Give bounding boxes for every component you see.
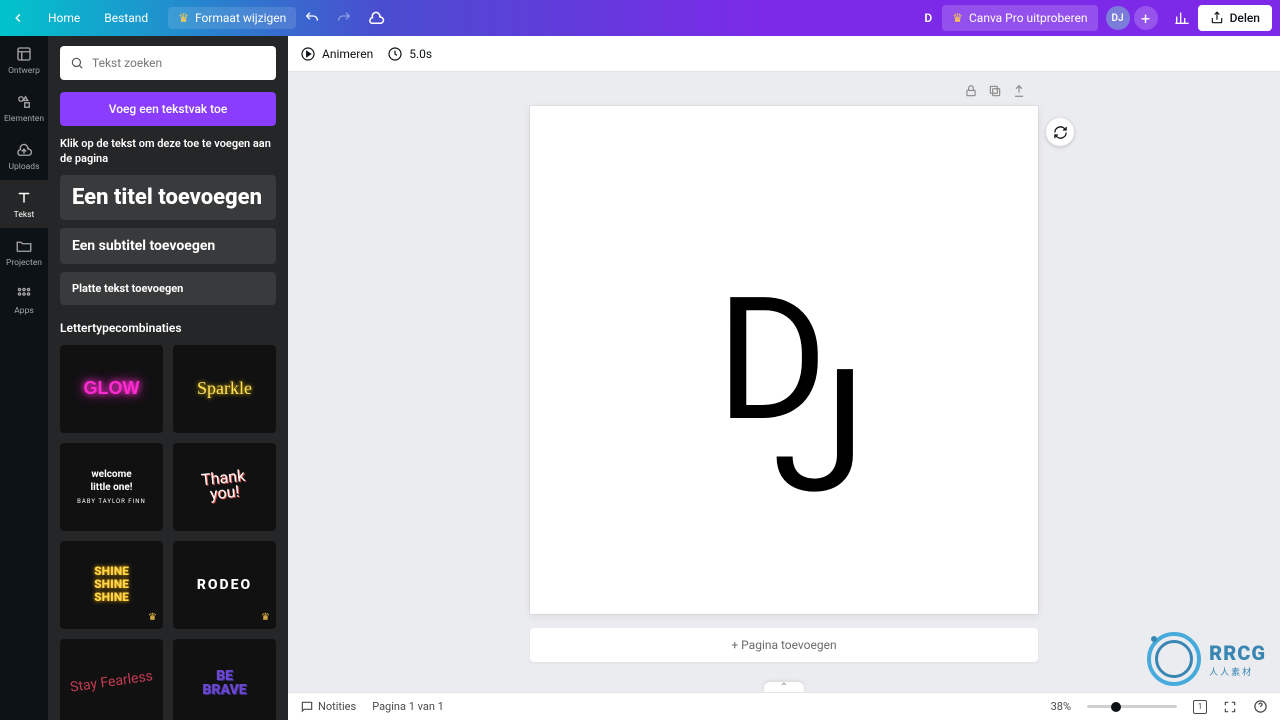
- rail-apps[interactable]: Apps: [0, 276, 48, 324]
- upload-page-icon[interactable]: [1012, 84, 1026, 98]
- rail-design[interactable]: Ontwerp: [0, 36, 48, 84]
- rail-projects[interactable]: Projecten: [0, 228, 48, 276]
- file-menu[interactable]: Bestand: [92, 0, 160, 36]
- search-box[interactable]: [60, 46, 276, 80]
- combo-brave[interactable]: BEBRAVE: [173, 639, 276, 720]
- rail-text[interactable]: Tekst: [0, 180, 48, 228]
- redo-button[interactable]: [328, 0, 360, 36]
- add-body-button[interactable]: Platte tekst toevoegen: [60, 272, 276, 305]
- help-button[interactable]: [1253, 699, 1268, 714]
- page-tools: [964, 84, 1026, 98]
- notes-icon: [300, 700, 314, 714]
- grid-view-button[interactable]: 1: [1193, 700, 1207, 714]
- combo-shine[interactable]: SHINESHINESHINE♛: [60, 541, 163, 629]
- combo-glow[interactable]: GLOW: [60, 345, 163, 433]
- animate-icon: [300, 46, 316, 62]
- clock-icon: [387, 46, 403, 62]
- add-member-button[interactable]: +: [1134, 6, 1158, 30]
- logo-graphic[interactable]: D J: [728, 275, 840, 445]
- home-button[interactable]: Home: [36, 0, 92, 36]
- resize-label: Formaat wijzigen: [195, 11, 286, 25]
- add-textbox-button[interactable]: Voeg een tekstvak toe: [60, 92, 276, 126]
- insights-button[interactable]: [1166, 0, 1198, 36]
- doc-initial: D: [924, 11, 932, 25]
- top-bar: Home Bestand ♛ Formaat wijzigen D ♛ Canv…: [0, 0, 1280, 36]
- left-rail: Ontwerp Elementen Uploads Tekst Projecte…: [0, 36, 48, 720]
- add-title-button[interactable]: Een titel toevoegen: [60, 175, 276, 220]
- text-panel: Voeg een tekstvak toe Klik op de tekst o…: [48, 36, 288, 720]
- try-pro-label: Canva Pro uitproberen: [969, 11, 1088, 25]
- page-tray-handle[interactable]: ⌃: [764, 682, 804, 692]
- combo-fearless[interactable]: Stay Fearless: [60, 639, 163, 720]
- search-icon: [70, 56, 84, 70]
- combo-rodeo[interactable]: RODEO♛: [173, 541, 276, 629]
- zoom-slider[interactable]: [1087, 705, 1177, 708]
- home-label: Home: [48, 11, 80, 25]
- back-button[interactable]: [0, 11, 36, 25]
- crown-icon: ♛: [178, 11, 189, 25]
- combo-thankyou[interactable]: Thankyou!: [173, 443, 276, 531]
- share-button[interactable]: Delen: [1198, 5, 1272, 31]
- rail-elements[interactable]: Elementen: [0, 84, 48, 132]
- pro-badge-icon: ♛: [261, 612, 270, 623]
- regenerate-button[interactable]: [1046, 118, 1074, 146]
- canvas-page[interactable]: D J: [530, 106, 1038, 614]
- fullscreen-button[interactable]: [1223, 700, 1237, 714]
- resize-button[interactable]: ♛ Formaat wijzigen: [168, 7, 296, 29]
- duration-button[interactable]: 5.0s: [387, 46, 432, 62]
- try-pro-button[interactable]: ♛ Canva Pro uitproberen: [942, 5, 1097, 31]
- font-combo-grid: GLOW Sparkle welcomelittle one!BABY TAYL…: [60, 345, 276, 720]
- footer-bar: Notities Pagina 1 van 1 38% 1: [288, 692, 1280, 720]
- duplicate-icon[interactable]: [988, 84, 1002, 98]
- logo-letter-j: J: [772, 347, 866, 517]
- context-toolbar: Animeren 5.0s: [288, 36, 1280, 72]
- combo-welcome[interactable]: welcomelittle one!BABY TAYLOR FINN: [60, 443, 163, 531]
- undo-button[interactable]: [296, 0, 328, 36]
- cloud-sync-icon[interactable]: [360, 0, 392, 36]
- watermark: RRCG 人人素材: [1147, 632, 1266, 686]
- watermark-logo-icon: [1147, 632, 1201, 686]
- pro-badge-icon: ♛: [148, 612, 157, 623]
- file-label: Bestand: [104, 11, 148, 25]
- canvas-stage[interactable]: D J + Pagina toevoegen ⌃: [288, 72, 1280, 692]
- share-label: Delen: [1230, 11, 1260, 25]
- page-indicator: Pagina 1 van 1: [372, 700, 444, 713]
- search-input[interactable]: [92, 56, 266, 70]
- add-page-button[interactable]: + Pagina toevoegen: [530, 628, 1038, 662]
- zoom-knob[interactable]: [1111, 702, 1121, 712]
- panel-hint: Klik op de tekst om deze toe te voegen a…: [60, 136, 276, 167]
- font-combos-heading: Lettertypecombinaties: [60, 321, 276, 335]
- crown-icon: ♛: [952, 11, 963, 25]
- animate-button[interactable]: Animeren: [300, 46, 373, 62]
- avatar[interactable]: DJ: [1106, 6, 1130, 30]
- rail-uploads[interactable]: Uploads: [0, 132, 48, 180]
- zoom-value: 38%: [1051, 700, 1071, 713]
- add-subtitle-button[interactable]: Een subtitel toevoegen: [60, 228, 276, 264]
- notes-button[interactable]: Notities: [300, 700, 356, 714]
- lock-icon[interactable]: [964, 84, 978, 98]
- combo-sparkle[interactable]: Sparkle: [173, 345, 276, 433]
